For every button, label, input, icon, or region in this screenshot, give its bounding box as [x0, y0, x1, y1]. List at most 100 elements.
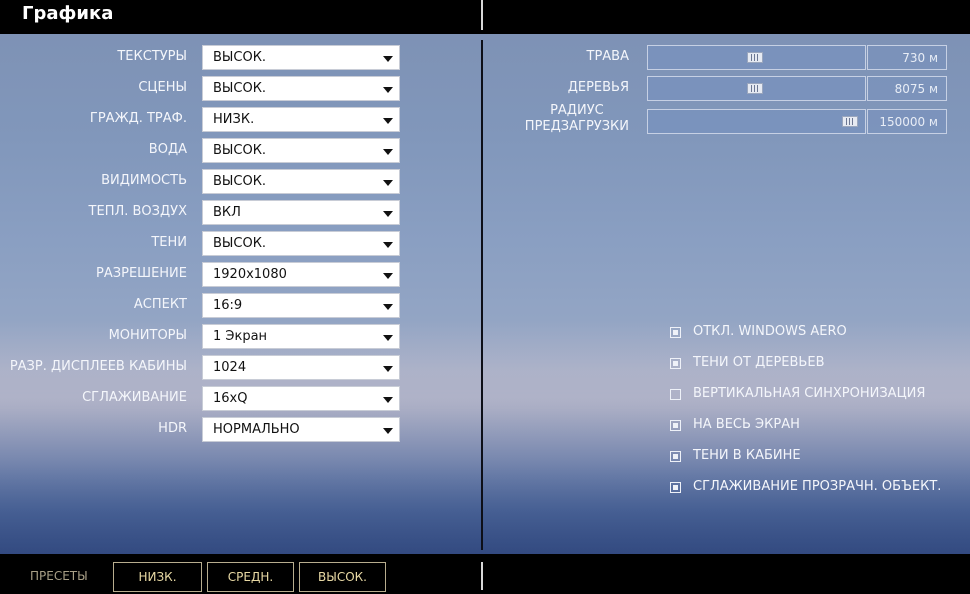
chevron-down-icon[interactable] — [383, 87, 393, 93]
preset-high-button[interactable]: ВЫСОК. — [299, 562, 386, 592]
grip-icon[interactable] — [747, 83, 763, 94]
checkbox[interactable] — [670, 389, 681, 400]
setting-label: ВИДИМОСТЬ — [101, 173, 187, 188]
chevron-down-icon[interactable] — [383, 366, 393, 372]
setting-dropdown[interactable]: НОРМАЛЬНО — [202, 417, 400, 442]
checkbox[interactable] — [670, 451, 681, 462]
setting-dropdown[interactable]: ВЫСОК. — [202, 76, 400, 101]
grip-icon[interactable] — [842, 116, 858, 127]
dropdown-value: 16xQ — [213, 391, 248, 406]
dropdown-value: ВКЛ — [213, 205, 241, 220]
dropdown-value: ВЫСОК. — [213, 143, 267, 158]
setting-row: ТЕНИ ВЫСОК. — [0, 231, 400, 256]
checkbox-label: ВЕРТИКАЛЬНАЯ СИНХРОНИЗАЦИЯ — [693, 386, 926, 401]
setting-row: ТЕПЛ. ВОЗДУХ ВКЛ — [0, 200, 400, 225]
chevron-down-icon[interactable] — [383, 397, 393, 403]
chevron-down-icon[interactable] — [383, 335, 393, 341]
title-divider — [481, 0, 483, 30]
window-title: Графика — [22, 3, 114, 24]
chevron-down-icon[interactable] — [383, 273, 393, 279]
chevron-down-icon[interactable] — [383, 180, 393, 186]
slider-value-box: 730 м — [867, 45, 947, 70]
setting-dropdown[interactable]: 1024 — [202, 355, 400, 380]
dropdown-value: 1920x1080 — [213, 267, 287, 282]
dropdown-value: ВЫСОК. — [213, 81, 267, 96]
slider-value: 150000 м — [879, 115, 938, 129]
preset-low-button[interactable]: НИЗК. — [113, 562, 202, 592]
slider-label: ТРАВА — [587, 49, 630, 65]
dropdown-value: НОРМАЛЬНО — [213, 422, 300, 437]
setting-label: HDR — [158, 421, 187, 436]
checkbox-label: НА ВЕСЬ ЭКРАН — [693, 417, 800, 432]
slider-value: 730 м — [902, 51, 938, 65]
setting-dropdown[interactable]: ВЫСОК. — [202, 45, 400, 70]
setting-dropdown[interactable]: ВКЛ — [202, 200, 400, 225]
checkbox[interactable] — [670, 358, 681, 369]
checkbox-label: ТЕНИ В КАБИНЕ — [693, 448, 801, 463]
setting-row: ВОДА ВЫСОК. — [0, 138, 400, 163]
setting-row: ТЕКСТУРЫ ВЫСОК. — [0, 45, 400, 70]
setting-row: ГРАЖД. ТРАФ. НИЗК. — [0, 107, 400, 132]
slider-value: 8075 м — [894, 82, 938, 96]
setting-row: СЦЕНЫ ВЫСОК. — [0, 76, 400, 101]
setting-row: РАЗР. ДИСПЛЕЕВ КАБИНЫ 1024 — [0, 355, 400, 380]
bottom-bar: ПРЕСЕТЫ НИЗК. СРЕДН. ВЫСОК. — [0, 554, 970, 594]
setting-label: РАЗР. ДИСПЛЕЕВ КАБИНЫ — [9, 359, 187, 374]
slider-label-line: ДЕРЕВЬЯ — [567, 80, 629, 95]
checkbox[interactable] — [670, 420, 681, 431]
setting-label: ГРАЖД. ТРАФ. — [89, 111, 187, 126]
setting-dropdown[interactable]: ВЫСОК. — [202, 169, 400, 194]
setting-label: РАЗРЕШЕНИЕ — [96, 266, 187, 281]
setting-dropdown[interactable]: ВЫСОК. — [202, 231, 400, 256]
setting-row: МОНИТОРЫ 1 Экран — [0, 324, 400, 349]
setting-row: ВИДИМОСТЬ ВЫСОК. — [0, 169, 400, 194]
chevron-down-icon[interactable] — [383, 428, 393, 434]
dropdown-value: 16:9 — [213, 298, 243, 313]
chevron-down-icon[interactable] — [383, 118, 393, 124]
setting-dropdown[interactable]: ВЫСОК. — [202, 138, 400, 163]
setting-label: МОНИТОРЫ — [108, 328, 187, 343]
setting-row: РАЗРЕШЕНИЕ 1920x1080 — [0, 262, 400, 287]
setting-dropdown[interactable]: 1920x1080 — [202, 262, 400, 287]
setting-label: СГЛАЖИВАНИЕ — [82, 390, 187, 405]
setting-dropdown[interactable]: 16:9 — [202, 293, 400, 318]
slider-label-line: ТРАВА — [586, 49, 630, 64]
dropdown-value: 1 Экран — [213, 329, 268, 344]
slider-label: ДЕРЕВЬЯ — [568, 80, 629, 96]
setting-row: HDR НОРМАЛЬНО — [0, 417, 400, 442]
chevron-down-icon[interactable] — [383, 242, 393, 248]
setting-row: СГЛАЖИВАНИЕ 16xQ — [0, 386, 400, 411]
setting-label: ТЕКСТУРЫ — [117, 49, 187, 64]
slider-value-box: 8075 м — [867, 76, 947, 101]
checkbox[interactable] — [670, 482, 681, 493]
dropdown-value: 1024 — [213, 360, 247, 375]
setting-dropdown[interactable]: НИЗК. — [202, 107, 400, 132]
slider-track[interactable] — [647, 109, 866, 134]
grip-icon[interactable] — [747, 52, 763, 63]
setting-label: ТЕНИ — [151, 235, 187, 250]
setting-dropdown[interactable]: 16xQ — [202, 386, 400, 411]
chevron-down-icon[interactable] — [383, 211, 393, 217]
dropdown-value: ВЫСОК. — [213, 236, 267, 251]
checkbox-label: ТЕНИ ОТ ДЕРЕВЬЕВ — [693, 355, 825, 370]
bottom-divider — [481, 562, 483, 590]
slider-value-box: 150000 м — [867, 109, 947, 134]
setting-label: ВОДА — [148, 142, 187, 157]
dropdown-value: ВЫСОК. — [213, 50, 267, 65]
chevron-down-icon[interactable] — [383, 149, 393, 155]
setting-row: АСПЕКТ 16:9 — [0, 293, 400, 318]
slider-label-line: РАДИУС — [550, 103, 604, 118]
checkbox-label: ОТКЛ. WINDOWS AERO — [693, 324, 847, 339]
dropdown-value: НИЗК. — [213, 112, 255, 127]
presets-label: ПРЕСЕТЫ — [30, 569, 88, 583]
slider-track[interactable] — [647, 45, 866, 70]
setting-label: АСПЕКТ — [133, 297, 187, 312]
slider-track[interactable] — [647, 76, 866, 101]
setting-label: ТЕПЛ. ВОЗДУХ — [88, 204, 187, 219]
preset-medium-button[interactable]: СРЕДН. — [207, 562, 294, 592]
chevron-down-icon[interactable] — [383, 304, 393, 310]
setting-dropdown[interactable]: 1 Экран — [202, 324, 400, 349]
setting-label: СЦЕНЫ — [138, 80, 187, 95]
checkbox[interactable] — [670, 327, 681, 338]
chevron-down-icon[interactable] — [383, 56, 393, 62]
